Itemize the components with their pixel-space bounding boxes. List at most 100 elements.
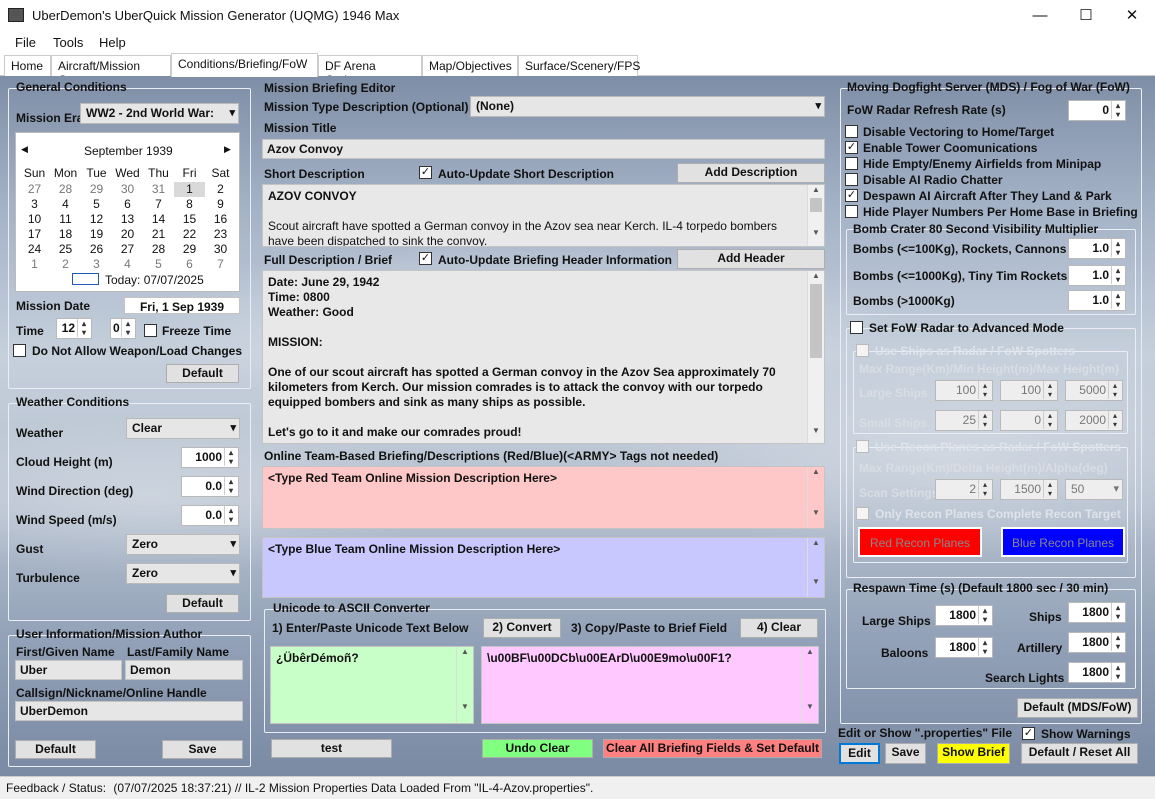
freeze-time-checkbox[interactable]: [144, 324, 157, 337]
calendar-day[interactable]: 4: [50, 197, 81, 212]
calendar-day[interactable]: 30: [205, 242, 236, 257]
ascii-output[interactable]: \u00BF\u00DCb\u00EArD\u00E9mo\u00F1?: [481, 646, 819, 724]
blue-recon-button[interactable]: Blue Recon Planes: [1001, 527, 1125, 557]
small-ships-min[interactable]: 0: [1000, 410, 1058, 431]
author-save-button[interactable]: Save: [162, 740, 243, 759]
calendar-day[interactable]: 28: [143, 242, 174, 257]
full-description-textarea[interactable]: Date: June 29, 1942 Time: 0800 Weather: …: [262, 270, 825, 444]
large-ships-range[interactable]: 100: [935, 380, 993, 401]
calendar-day[interactable]: 23: [205, 227, 236, 242]
fow-checkbox[interactable]: [845, 173, 858, 186]
tab-conditions-briefing-fow[interactable]: Conditions/Briefing/FoW: [171, 53, 318, 77]
red-team-scrollbar[interactable]: ▲ ▼: [807, 467, 824, 528]
save-properties-button[interactable]: Save: [885, 743, 926, 764]
fow-checkbox[interactable]: [845, 125, 858, 138]
calendar-day[interactable]: 15: [174, 212, 205, 227]
unicode-input[interactable]: ¿ÜbêrDémoñ?: [270, 646, 474, 724]
test-button[interactable]: test: [271, 739, 392, 758]
turbulence-select[interactable]: Zero: [126, 563, 240, 584]
full-desc-scrollbar[interactable]: ▲ ▼: [807, 271, 824, 443]
hour-spinner[interactable]: 12: [56, 318, 92, 339]
large-ships-max[interactable]: 5000: [1065, 380, 1123, 401]
ascii-output-scrollbar[interactable]: ▲ ▼: [801, 647, 818, 723]
calendar-day[interactable]: 13: [112, 212, 143, 227]
undo-clear-button[interactable]: Undo Clear: [482, 739, 593, 758]
calendar-day[interactable]: 20: [112, 227, 143, 242]
calendar-day[interactable]: 3: [81, 257, 112, 272]
respawn-baloons-spinner[interactable]: 1800: [935, 637, 993, 658]
calendar-day[interactable]: 16: [205, 212, 236, 227]
crater-spinner-2[interactable]: 1.0: [1068, 265, 1126, 286]
small-ships-range[interactable]: 25: [935, 410, 993, 431]
short-description-textarea[interactable]: AZOV CONVOY Scout aircraft have spotted …: [262, 184, 825, 247]
calendar-day[interactable]: 17: [19, 227, 50, 242]
calendar-day[interactable]: 5: [81, 197, 112, 212]
callsign-field[interactable]: UberDemon: [15, 701, 243, 721]
calendar-day[interactable]: 3: [19, 197, 50, 212]
calendar-day[interactable]: 24: [19, 242, 50, 257]
reset-all-button[interactable]: Default / Reset All: [1021, 743, 1138, 764]
show-brief-button[interactable]: Show Brief: [937, 743, 1010, 764]
calendar-day[interactable]: 1: [19, 257, 50, 272]
calendar-day[interactable]: 31: [143, 182, 174, 197]
fow-checkbox[interactable]: [845, 157, 858, 170]
wind-direction-spinner[interactable]: 0.0: [181, 476, 239, 497]
unicode-clear-button[interactable]: 4) Clear: [740, 618, 818, 638]
calendar-day[interactable]: 11: [50, 212, 81, 227]
calendar-day[interactable]: 12: [81, 212, 112, 227]
calendar-day[interactable]: 19: [81, 227, 112, 242]
calendar-day[interactable]: 26: [81, 242, 112, 257]
crater-spinner-1[interactable]: 1.0: [1068, 238, 1126, 259]
calendar-day[interactable]: 6: [112, 197, 143, 212]
scan-delta[interactable]: 1500: [1000, 479, 1058, 500]
red-team-textarea[interactable]: <Type Red Team Online Mission Descriptio…: [262, 466, 825, 529]
calendar-day[interactable]: 30: [112, 182, 143, 197]
fow-checkbox[interactable]: ✓: [845, 141, 858, 154]
clear-all-button[interactable]: Clear All Briefing Fields & Set Default: [603, 739, 822, 758]
minimize-button[interactable]: —: [1017, 0, 1063, 31]
large-ships-min[interactable]: 100: [1000, 380, 1058, 401]
first-name-field[interactable]: Uber: [15, 660, 122, 680]
general-default-button[interactable]: Default: [166, 364, 239, 383]
cloud-height-spinner[interactable]: 1000: [181, 447, 239, 468]
fow-default-button[interactable]: Default (MDS/FoW): [1017, 698, 1138, 718]
respawn-large-ships-spinner[interactable]: 1800: [935, 605, 993, 626]
fow-checkbox[interactable]: ✓: [845, 189, 858, 202]
gust-select[interactable]: Zero: [126, 534, 240, 555]
convert-button[interactable]: 2) Convert: [483, 618, 561, 638]
respawn-ships-spinner[interactable]: 1800: [1068, 602, 1126, 623]
calendar-day[interactable]: 25: [50, 242, 81, 257]
maximize-button[interactable]: ☐: [1063, 0, 1109, 31]
blue-team-scrollbar[interactable]: ▲ ▼: [807, 538, 824, 597]
calendar-day[interactable]: 27: [19, 182, 50, 197]
tab-home[interactable]: Home: [4, 55, 51, 76]
recon-radar-checkbox[interactable]: [856, 440, 869, 453]
edit-properties-button[interactable]: Edit: [839, 743, 880, 764]
crater-spinner-3[interactable]: 1.0: [1068, 290, 1126, 311]
tab-df-arena-options[interactable]: DF Arena Options: [318, 55, 422, 87]
calendar-day[interactable]: 29: [174, 242, 205, 257]
add-header-button[interactable]: Add Header: [677, 249, 825, 269]
calendar-prev-icon[interactable]: ◀: [21, 144, 28, 155]
close-button[interactable]: ✕: [1109, 0, 1155, 31]
calendar-day[interactable]: 8: [174, 197, 205, 212]
calendar-day[interactable]: 18: [50, 227, 81, 242]
calendar-day[interactable]: 14: [143, 212, 174, 227]
author-default-button[interactable]: Default: [15, 740, 96, 759]
calendar-day[interactable]: 29: [81, 182, 112, 197]
mission-era-select[interactable]: WW2 - 2nd World War:: [80, 103, 239, 124]
only-recon-checkbox[interactable]: [856, 507, 869, 520]
calendar-day[interactable]: 7: [143, 197, 174, 212]
add-description-button[interactable]: Add Description: [677, 163, 825, 183]
scan-alpha-select[interactable]: 50: [1065, 479, 1123, 500]
calendar-day[interactable]: 9: [205, 197, 236, 212]
fow-refresh-spinner[interactable]: 0: [1068, 100, 1126, 121]
mission-title-field[interactable]: Azov Convoy: [262, 139, 825, 159]
respawn-search-spinner[interactable]: 1800: [1068, 662, 1126, 683]
respawn-artillery-spinner[interactable]: 1800: [1068, 632, 1126, 653]
no-weapon-change-checkbox[interactable]: [13, 344, 26, 357]
small-ships-max[interactable]: 2000: [1065, 410, 1123, 431]
unicode-input-scrollbar[interactable]: ▲ ▼: [456, 647, 473, 723]
tab-aircraft-mission-gen[interactable]: Aircraft/Mission Gen: [51, 55, 171, 87]
calendar-day[interactable]: 21: [143, 227, 174, 242]
